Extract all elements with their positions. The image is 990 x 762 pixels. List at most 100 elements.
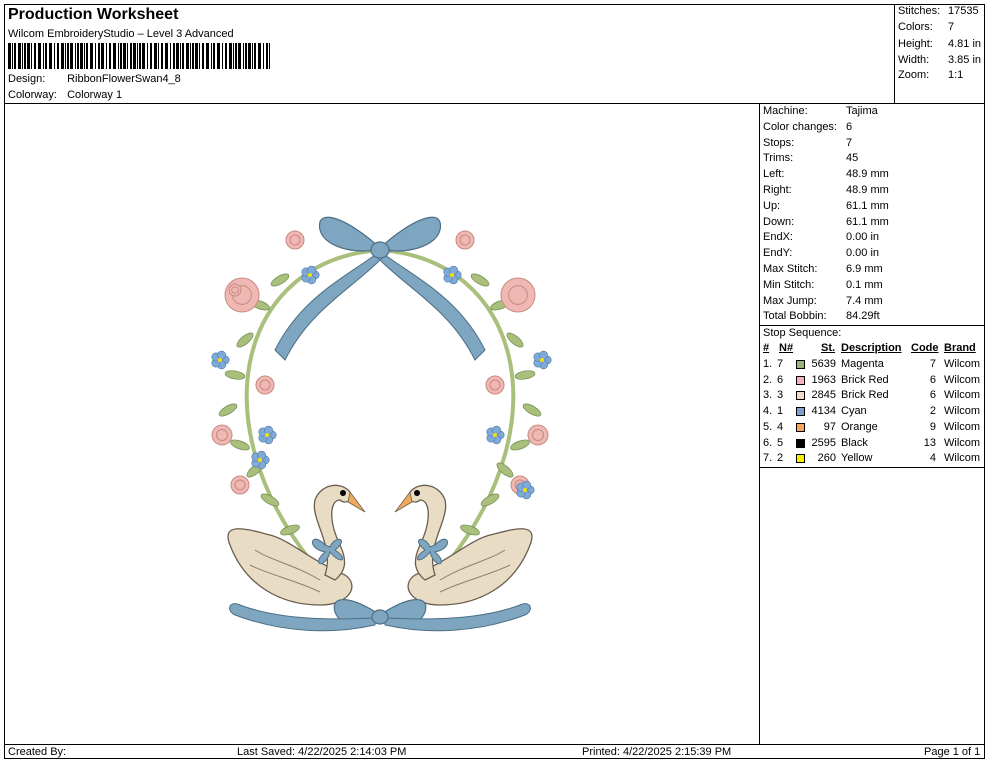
- col-description: Description: [841, 342, 902, 354]
- machine-row: Down: 61.1 mm: [763, 215, 889, 228]
- seq-brand: Wilcom: [944, 389, 981, 402]
- rose: [485, 375, 505, 395]
- stop-sequence-title: Stop Sequence:: [763, 327, 842, 339]
- seq-num: 6.: [763, 436, 773, 449]
- stat-width: Width: 3.85 in: [898, 54, 982, 66]
- colorway-value: Colorway 1: [67, 89, 123, 101]
- leaf: [270, 273, 290, 287]
- printed-date: Printed: 4/22/2025 2:15:39 PM: [582, 746, 732, 758]
- seq-description: Cyan: [841, 405, 867, 418]
- left-stem: [244, 248, 381, 562]
- barcode-bar: [245, 43, 247, 69]
- barcode-bar: [176, 43, 179, 69]
- color-swatch: [796, 407, 805, 417]
- header-divider: [4, 103, 985, 104]
- forget-me-not-center: [218, 358, 222, 362]
- seq-stitches: 260: [817, 452, 836, 465]
- swan-eye: [414, 490, 420, 496]
- leaf: [218, 403, 238, 417]
- barcode-bar: [101, 43, 104, 69]
- barcode-bar: [113, 43, 116, 69]
- leaf: [522, 403, 542, 417]
- seq-description: Magenta: [841, 358, 884, 370]
- machine-row: Min Stitch: 0.1 mm: [763, 278, 883, 291]
- barcode-bar: [49, 43, 52, 69]
- barcode-bar: [235, 43, 237, 69]
- stat-height: Height: 4.81 in: [898, 38, 982, 50]
- forget-me-not-petal: [522, 480, 532, 490]
- barcode-bar: [173, 43, 175, 69]
- barcode-bar: [206, 43, 209, 69]
- color-swatch: [796, 375, 805, 385]
- machine-row: Right: 48.9 mm: [763, 184, 889, 196]
- barcode-bar: [130, 43, 132, 69]
- seq-code: 6: [929, 373, 936, 386]
- barcode-bar: [170, 43, 171, 69]
- seq-num: 2.: [763, 373, 773, 386]
- barcode-bar: [22, 43, 23, 69]
- col-st: St.: [821, 342, 836, 354]
- barcode-bar: [67, 43, 69, 69]
- seq-brand: Wilcom: [944, 436, 981, 449]
- barcode-bar: [238, 43, 241, 69]
- leaf: [510, 439, 530, 451]
- rose: [500, 277, 536, 313]
- barcode-bar: [118, 43, 119, 69]
- sequence-divider: [759, 467, 985, 468]
- top-ribbon-right-tail: [379, 254, 486, 361]
- barcode-bar: [243, 43, 244, 69]
- seq-num: 1.: [763, 358, 773, 370]
- barcode-bar: [252, 43, 253, 69]
- footer-divider: [4, 744, 985, 745]
- software-name: Wilcom EmbroideryStudio – Level 3 Advanc…: [8, 28, 234, 40]
- top-ribbon-left-tail: [274, 254, 381, 361]
- seq-needle: 6: [777, 373, 784, 386]
- top-bow-left-loop: [318, 216, 382, 252]
- top-bow-knot: [370, 241, 390, 259]
- stat-stitches: Stitches: 17535: [898, 5, 979, 17]
- barcode-bar: [65, 43, 66, 69]
- barcode-bar: [186, 43, 189, 69]
- rose: [527, 424, 549, 446]
- top-bow-right-loop: [378, 216, 442, 252]
- col-brand: Brand: [944, 342, 976, 354]
- barcode-bar: [222, 43, 223, 69]
- barcode-bar: [75, 43, 76, 69]
- seq-num: 3.: [763, 389, 773, 402]
- forget-me-not-center: [258, 458, 262, 462]
- barcode-bar: [158, 43, 159, 69]
- barcode-bar: [254, 43, 256, 69]
- col-code: Code: [911, 342, 939, 354]
- col-num: #: [763, 342, 770, 354]
- barcode-bar: [109, 43, 111, 69]
- forget-me-not-petal: [217, 350, 227, 360]
- col-n: N#: [779, 342, 794, 354]
- seq-code: 2: [929, 405, 936, 418]
- seq-stitches: 2595: [811, 436, 836, 449]
- rose: [228, 283, 242, 297]
- barcode-bar: [80, 43, 83, 69]
- barcode-bar: [266, 43, 268, 69]
- color-swatch: [796, 454, 805, 464]
- machine-row: Color changes: 6: [763, 120, 853, 133]
- swan-eye: [340, 490, 346, 496]
- seq-code: 9: [929, 420, 936, 433]
- barcode-bar: [95, 43, 96, 69]
- seq-stitches: 97: [823, 420, 836, 433]
- seq-needle: 4: [777, 420, 784, 433]
- right-panel-divider: [759, 103, 760, 744]
- forget-me-not-petal: [307, 265, 317, 275]
- barcode-bar: [211, 43, 212, 69]
- barcode-bar: [123, 43, 126, 69]
- seq-stitches: 5639: [811, 358, 836, 370]
- design-value: RibbonFlowerSwan4_8: [67, 73, 181, 85]
- seq-stitches: 4134: [811, 405, 836, 418]
- seq-code: 6: [929, 389, 936, 402]
- barcode-bar: [229, 43, 232, 69]
- leaf: [470, 273, 490, 287]
- seq-code: 4: [929, 452, 936, 465]
- machine-row: Left: 48.9 mm: [763, 168, 889, 181]
- swan-beak: [347, 491, 366, 513]
- rose: [224, 277, 260, 313]
- seq-brand: Wilcom: [944, 405, 981, 418]
